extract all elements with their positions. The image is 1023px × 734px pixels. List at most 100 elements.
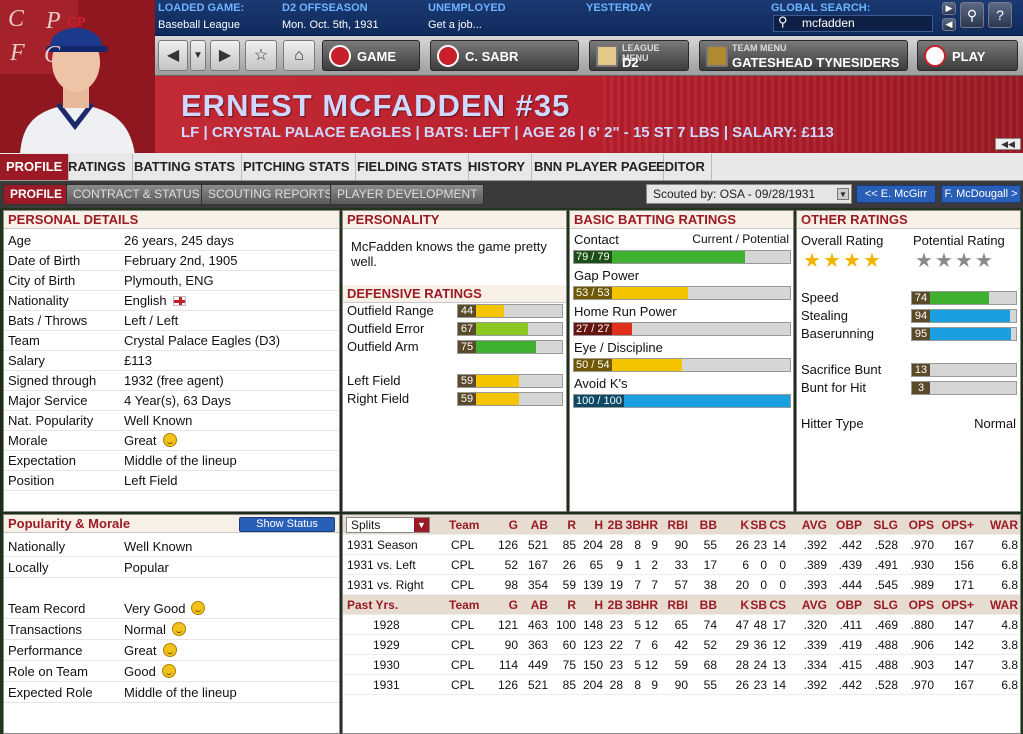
stats-cell: .393 [803, 578, 827, 592]
stats-column-header[interactable]: WAR [990, 595, 1018, 615]
personal-value: Middle of the lineup [124, 453, 237, 468]
other-ratings-panel: OTHER RATINGS Overall Rating Potential R… [796, 210, 1021, 512]
stats-column-header[interactable]: HR [641, 515, 658, 535]
splits-dropdown[interactable]: Splits ▼ [346, 517, 430, 533]
stats-column-header[interactable]: AVG [802, 595, 827, 615]
game-menu-button[interactable]: GAME [322, 40, 420, 71]
play-button[interactable]: PLAY [917, 40, 1018, 71]
stats-column-header[interactable]: BB [700, 595, 717, 615]
stats-column-header[interactable]: Team [449, 595, 479, 615]
popularity-panel: Popularity & Morale Show Status National… [3, 514, 340, 734]
manager-button[interactable]: C. SABR [430, 40, 579, 71]
league-menu-button[interactable]: LEAGUE MENU D2 [589, 40, 689, 71]
tab-fielding-stats[interactable]: FIELDING STATS [351, 154, 469, 180]
previous-player-button[interactable]: << E. McGirr [856, 185, 936, 203]
stats-column-header[interactable]: SLG [873, 515, 898, 535]
stats-column-header[interactable]: SB [750, 595, 767, 615]
bookmark-star-icon[interactable]: ☆ [245, 40, 277, 71]
stats-column-header[interactable]: K [740, 515, 749, 535]
personal-value: Plymouth, ENG [124, 273, 214, 288]
past-year-row: 1931 CPL 126 521 85 204 28 8 9 90 55 26 23 14 .392 .442… [343, 675, 1020, 695]
batting-rating-bar: 27 / 27 [573, 322, 791, 336]
next-player-button[interactable]: F. McDougall > [941, 185, 1021, 203]
help-icon[interactable]: ? [988, 2, 1012, 28]
stats-cell: 85 [562, 538, 576, 552]
tab-ratings[interactable]: RATINGS [62, 154, 133, 180]
tab-bnn-player-page[interactable]: BNN PLAYER PAGE [528, 154, 664, 180]
stats-cell: 204 [582, 678, 603, 692]
batting-rating-label: Home Run Power [574, 304, 677, 319]
manager-status[interactable]: UNEMPLOYED Get a job... [425, 0, 583, 36]
stats-column-header[interactable]: OPS [909, 595, 934, 615]
stats-column-header[interactable]: H [594, 595, 603, 615]
search-input[interactable]: mcfadden [773, 15, 933, 32]
popularity-value: Very Good [124, 599, 206, 619]
stats-column-header[interactable]: H [594, 515, 603, 535]
collapse-banner-icon[interactable]: ◀◀ [995, 138, 1021, 150]
forward-button[interactable]: ▶ [210, 40, 240, 71]
stats-cell: 6 [742, 558, 749, 572]
show-status-button[interactable]: Show Status [239, 517, 335, 532]
stats-column-header[interactable]: RBI [667, 595, 688, 615]
stats-column-header[interactable]: Team [449, 515, 479, 535]
history-dropdown-button[interactable]: ▼ [190, 40, 206, 71]
stats-column-header[interactable]: AVG [802, 515, 827, 535]
stats-cell: 126 [497, 538, 518, 552]
stats-column-header[interactable]: SLG [873, 595, 898, 615]
stats-column-header[interactable]: RBI [667, 515, 688, 535]
popularity-value: Good [124, 662, 176, 682]
stats-column-header[interactable]: HR [641, 595, 658, 615]
yesterday-link[interactable]: YESTERDAY [583, 0, 763, 36]
manager-label: C. SABR [465, 49, 519, 64]
home-icon[interactable]: ⌂ [283, 40, 315, 71]
stats-column-header[interactable]: K [740, 595, 749, 615]
tab-batting-stats[interactable]: BATTING STATS [128, 154, 243, 180]
search-prev-icon[interactable]: ◀ [942, 18, 956, 31]
tab-profile[interactable]: PROFILE [0, 154, 70, 180]
stats-column-header[interactable]: R [567, 515, 576, 535]
subtab-player-development[interactable]: PLAYER DEVELOPMENT [330, 184, 485, 205]
tab-editor[interactable]: EDITOR [650, 154, 712, 180]
tab-history[interactable]: HISTORY [462, 154, 533, 180]
logo-letter: P [46, 8, 61, 34]
stats-cell: 55 [703, 538, 717, 552]
stats-column-header[interactable]: OPS [909, 515, 934, 535]
scout-selector[interactable]: Scouted by: OSA - 09/28/1931 ▼ [646, 184, 852, 204]
stats-column-header[interactable]: 3B [626, 515, 641, 535]
date-value: Mon. Oct. 5th, 1931 [282, 19, 379, 31]
stats-column-header[interactable]: CS [769, 515, 786, 535]
stats-column-header[interactable]: AB [531, 515, 548, 535]
loaded-game[interactable]: LOADED GAME: Baseball League [155, 0, 280, 36]
stats-column-header[interactable]: OPS+ [942, 595, 974, 615]
subtab-scouting-reports[interactable]: SCOUTING REPORTS [201, 184, 340, 205]
stats-column-header[interactable]: 2B [608, 515, 623, 535]
stats-column-header[interactable]: 3B [626, 595, 641, 615]
logo-letter: C [44, 42, 61, 68]
stats-column-header[interactable]: BB [700, 515, 717, 535]
personal-row: Salary £113 [4, 351, 339, 371]
tab-pitching-stats[interactable]: PITCHING STATS [237, 154, 357, 180]
stats-column-header[interactable]: G [509, 515, 518, 535]
magnifier-icon[interactable]: ⚲ [960, 2, 984, 28]
stats-column-header[interactable]: SB [750, 515, 767, 535]
stats-column-header[interactable]: CS [769, 595, 786, 615]
stats-column-header[interactable]: G [509, 595, 518, 615]
stats-column-header[interactable]: Past Yrs. [347, 595, 398, 615]
team-menu-button[interactable]: TEAM MENU GATESHEAD TYNESIDERS [699, 40, 908, 71]
subtab-profile[interactable]: PROFILE [3, 184, 70, 205]
stats-column-header[interactable]: R [567, 595, 576, 615]
subtab-contract-status[interactable]: CONTRACT & STATUS [66, 184, 207, 205]
stats-column-header[interactable]: AB [531, 595, 548, 615]
batting-rating-bar: 50 / 54 [573, 358, 791, 372]
stats-column-header[interactable]: 2B [608, 595, 623, 615]
batting-rating-value: 50 / 54 [574, 359, 612, 371]
stats-column-header[interactable]: OBP [836, 595, 862, 615]
stats-column-header[interactable]: OPS+ [942, 515, 974, 535]
stats-column-header[interactable]: OBP [836, 515, 862, 535]
search-next-icon[interactable]: ▶ [942, 2, 956, 15]
other-rating-label: Sacrifice Bunt [801, 362, 882, 377]
back-button[interactable]: ◀ [158, 40, 188, 71]
game-date[interactable]: D2 OFFSEASON Mon. Oct. 5th, 1931 [279, 0, 425, 36]
stats-column-header[interactable]: WAR [990, 515, 1018, 535]
sub-tabs: PROFILE CONTRACT & STATUS SCOUTING REPOR… [0, 181, 1023, 208]
